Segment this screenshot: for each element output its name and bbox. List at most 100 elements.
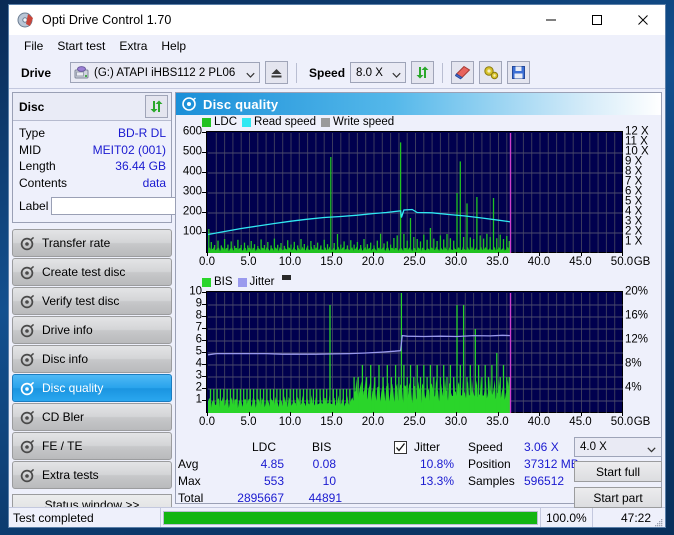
row-value: 36.44 GB	[115, 159, 166, 173]
drive-label: Drive	[21, 65, 52, 80]
x-tick: 10.0	[278, 416, 302, 428]
position-stat-label: Position	[468, 457, 511, 471]
test-icon	[20, 410, 35, 425]
nav-item-drive-info[interactable]: Drive info	[12, 316, 172, 344]
legend-swatch-extra	[282, 275, 292, 280]
y2-tick: 12 X	[625, 125, 649, 138]
x-tick-mark	[290, 412, 291, 416]
y2-tick: 2 X	[625, 225, 643, 238]
start-part-button[interactable]: Start part	[574, 487, 662, 508]
legend-swatch	[237, 277, 247, 287]
jitter-checkbox[interactable]	[394, 441, 407, 454]
nav-item-label: Disc quality	[42, 381, 104, 395]
legend-swatch	[202, 117, 211, 127]
y2-tick: 6 X	[625, 185, 643, 198]
eject-button[interactable]	[265, 61, 289, 84]
bis-max-value: 10	[322, 474, 336, 488]
disc-row-mid: MID MEIT02 (001)	[19, 142, 166, 159]
y-tick-mark	[202, 304, 206, 305]
disc-refresh-button[interactable]	[145, 95, 168, 118]
x-tick-mark	[207, 252, 208, 256]
left-panel: Disc Type BD-R DL MID MEIT02 (001) Lengt…	[12, 92, 256, 516]
minimize-button[interactable]	[528, 5, 573, 35]
resize-grip-icon[interactable]	[654, 516, 663, 527]
legend-ldc: LDC	[202, 116, 237, 128]
legend-label: Jitter	[249, 276, 275, 288]
x-tick-mark	[497, 412, 499, 416]
y-axis-right: 1 X2 X3 X4 X5 X6 X7 X8 X9 X 10 X 11 X 12 X	[625, 126, 661, 253]
legend-write-speed: Write speed	[321, 116, 394, 128]
close-button[interactable]	[620, 5, 665, 35]
plot-area-top[interactable]: 100 200 300 400 500 600 1 X2 X3 X4 X5 X6 X7 X8…	[176, 126, 661, 275]
y-tick-mark	[202, 316, 206, 317]
nav-item-disc-info[interactable]: Disc info	[12, 345, 172, 373]
x-tick: 40.0	[527, 256, 551, 268]
nav-item-create-test-disc[interactable]: Create test disc	[12, 258, 172, 286]
maximize-button[interactable]	[574, 5, 619, 35]
x-tick: 15.0	[320, 416, 343, 428]
toolbar-separator-1	[296, 62, 298, 83]
x-tick-mark	[207, 412, 208, 416]
y2-tick: 8 X	[625, 165, 643, 178]
y2-tick: 12%	[625, 333, 649, 346]
x-tick: 40.0	[527, 416, 551, 428]
save-button[interactable]	[507, 61, 531, 84]
menu-file[interactable]: File	[17, 37, 50, 55]
legend-label: Write speed	[333, 116, 395, 128]
disc-row-type: Type BD-R DL	[19, 125, 166, 142]
y-tick: 10	[189, 285, 202, 298]
row-value: MEIT02 (001)	[92, 142, 166, 157]
nav-item-disc-quality[interactable]: Disc quality	[12, 374, 172, 402]
nav-item-extra-tests[interactable]: Extra tests	[12, 461, 172, 489]
settings-button[interactable]	[479, 61, 503, 84]
plot-area-bottom[interactable]: 1 2 3 4 5 6 7 8 9 10 4% 8% 12% 16% 20% 0.0 5.0 10.0 15.0 20…	[176, 286, 661, 435]
y2-tick: 5 X	[625, 195, 643, 208]
status-message: Test completed	[9, 508, 161, 527]
ldc-avg-value: 4.85	[260, 457, 284, 471]
y-axis-left: 100 200 300 400 500 600	[176, 126, 206, 253]
plot-background	[206, 291, 623, 413]
y-tick: 200	[182, 205, 202, 218]
disc-label-row: Label	[19, 194, 256, 217]
menu-start-test[interactable]: Start test	[50, 37, 112, 55]
progress-bar-fill	[164, 511, 537, 524]
y-tick-mark	[202, 172, 206, 173]
drive-select[interactable]: (G:) ATAPI iHBS112 2 PL06	[70, 62, 261, 83]
x-tick: 35.0	[486, 256, 509, 268]
x-tick: 0.0	[199, 416, 215, 428]
erase-button[interactable]	[451, 61, 475, 84]
row-key: MID	[19, 142, 41, 157]
nav-item-fe-te[interactable]: FE / TE	[12, 432, 172, 460]
bis-total-value: 44891	[308, 491, 342, 505]
y-tick-mark	[202, 388, 206, 389]
legend-read-speed: Read speed	[242, 116, 316, 128]
menu-extra[interactable]: Extra	[112, 37, 154, 55]
nav-item-transfer-rate[interactable]: Transfer rate	[12, 229, 172, 257]
disc-rows: Type BD-R DL MID MEIT02 (001) Length 36.…	[13, 121, 256, 222]
y-tick-mark	[202, 132, 206, 133]
nav-item-cd-bler[interactable]: CD Bler	[12, 403, 172, 431]
x-tick: 30.0	[444, 256, 468, 268]
menu-bar: File Start test Extra Help	[9, 35, 665, 57]
y2-tick: 16%	[625, 309, 649, 322]
nav-item-label: Transfer rate	[42, 236, 111, 250]
chart-legend-top: LDC Read speed Write speed	[176, 115, 661, 129]
right-panel: Disc quality LDC Read speed Write speed	[175, 92, 662, 508]
stats-row-avg: Avg	[178, 457, 199, 471]
menu-help[interactable]: Help	[154, 37, 193, 55]
legend-swatch	[202, 277, 211, 287]
app-body: Disc Type BD-R DL MID MEIT02 (001) Lengt…	[9, 89, 665, 516]
toolbar-separator-2	[442, 62, 444, 83]
y-tick-mark	[202, 352, 206, 353]
test-icon	[20, 294, 35, 309]
y-tick-mark	[202, 212, 206, 213]
start-full-button[interactable]: Start full	[574, 461, 662, 482]
legend-label: LDC	[214, 116, 238, 128]
disc-quality-icon	[182, 97, 196, 111]
jitter-label: Jitter	[414, 440, 441, 454]
test-speed-select[interactable]: 4.0 X	[574, 437, 662, 457]
y-axis-left: 1 2 3 4 5 6 7 8 9 10	[176, 286, 206, 413]
refresh-button[interactable]	[411, 61, 435, 84]
nav-item-verify-test-disc[interactable]: Verify test disc	[12, 287, 172, 315]
speed-select[interactable]: 8.0 X	[350, 62, 407, 83]
